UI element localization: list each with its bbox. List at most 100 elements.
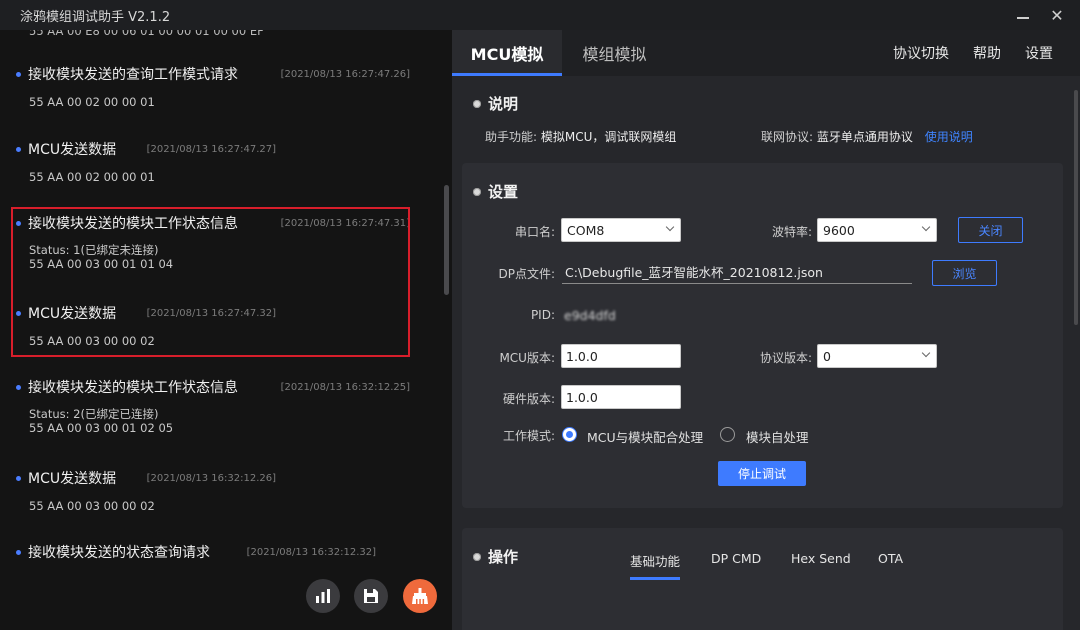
section-title-text: 说明 [488, 95, 519, 113]
log-entry: MCU发送数据 [2021/08/13 16:32:12.26] 55 AA 0… [16, 468, 416, 513]
usage-instructions-link[interactable]: 使用说明 [925, 130, 973, 144]
log-entry-title: 接收模块发送的模块工作状态信息 [28, 380, 238, 396]
log-partial-line: 55 AA 00 E8 00 06 01 00 00 01 00 00 EF [29, 30, 264, 38]
log-entry-title: 接收模块发送的状态查询请求 [28, 545, 210, 561]
baud-rate-value: 9600 [823, 222, 855, 238]
log-entry-time: [2021/08/13 16:27:47.27] [146, 143, 276, 155]
broom-icon [412, 588, 428, 604]
save-log-button[interactable] [354, 579, 388, 613]
work-mode-label: 工作模式: [502, 429, 555, 443]
statistics-button[interactable] [306, 579, 340, 613]
log-entry: MCU发送数据 [2021/08/13 16:27:47.27] 55 AA 0… [16, 139, 416, 184]
op-tab-ota[interactable]: OTA [878, 551, 903, 566]
log-entry-title: 接收模块发送的查询工作模式请求 [28, 67, 238, 83]
bar-chart-icon [316, 589, 330, 603]
section-title-text: 设置 [488, 183, 519, 201]
log-entry-line: 55 AA 00 03 00 00 02 [29, 499, 155, 513]
operations-card [462, 528, 1063, 630]
log-list: 55 AA 00 E8 00 06 01 00 00 01 00 00 EF 接… [0, 30, 440, 630]
log-entry-line: 55 AA 00 02 00 00 01 [29, 170, 155, 184]
function-value: 模拟MCU，调试联网模组 [540, 130, 677, 144]
baud-rate-label: 波特率: [771, 225, 812, 239]
stop-debug-button[interactable]: 停止调试 [718, 461, 806, 486]
protocol-version-label: 协议版本: [759, 351, 812, 365]
close-window-button[interactable]: ✕ [1040, 0, 1074, 30]
section-bullet-icon [473, 99, 481, 108]
save-icon [364, 589, 378, 603]
chevron-down-icon [665, 222, 675, 232]
protocol-version-value: 0 [823, 348, 831, 364]
tab-bar: MCU模拟 模组模拟 协议切换 帮助 设置 [452, 30, 1080, 76]
section-title-text: 操作 [488, 548, 519, 566]
log-entry-time: [2021/08/13 16:32:12.26] [146, 472, 276, 484]
minimize-button[interactable] [1006, 0, 1040, 30]
network-protocol-text: 联网协议: 蓝牙单点通用协议 使用说明 [761, 128, 973, 145]
mode-module-radio[interactable] [720, 427, 735, 442]
window-title: 涂鸦模组调试助手 V2.1.2 [20, 9, 171, 25]
dp-file-path-field[interactable]: C:\Debugfile_蓝牙智能水杯_20210812.json [562, 260, 912, 284]
hardware-version-label: 硬件版本: [502, 392, 555, 406]
active-op-tab-indicator [630, 577, 680, 580]
section-bullet-icon [473, 552, 481, 561]
active-tab-indicator [452, 73, 562, 76]
browse-button[interactable]: 浏览 [932, 260, 997, 286]
bullet-icon [16, 384, 21, 390]
tab-module-simulation[interactable]: 模组模拟 [562, 30, 667, 76]
settings-link[interactable]: 设置 [1025, 30, 1053, 76]
protocol-switch-link[interactable]: 协议切换 [893, 30, 949, 76]
main-panel: MCU模拟 模组模拟 协议切换 帮助 设置 说明 助手功能: 模拟MCU，调试联… [452, 30, 1080, 630]
mcu-version-label: MCU版本: [499, 351, 555, 365]
log-entry-line: Status: 2(已绑定已连接) [29, 407, 159, 421]
section-bullet-icon [473, 187, 481, 196]
settings-card [462, 163, 1063, 508]
close-icon: ✕ [1050, 5, 1064, 25]
dp-file-label: DP点文件: [498, 267, 555, 281]
protocol-label: 联网协议: [761, 130, 814, 144]
log-entry: 接收模块发送的状态查询请求 [2021/08/13 16:32:12.32] [16, 542, 416, 562]
close-port-button[interactable]: 关闭 [958, 217, 1023, 243]
bullet-icon [16, 475, 21, 481]
tab-label: 模组模拟 [582, 45, 647, 64]
settings-section-title: 设置 [473, 181, 518, 202]
log-entry: 接收模块发送的模块工作状态信息 [2021/08/13 16:32:12.25]… [16, 377, 416, 435]
log-entry: 接收模块发送的查询工作模式请求 [2021/08/13 16:27:47.26]… [16, 64, 416, 109]
serial-port-value: COM8 [567, 222, 605, 238]
protocol-value: 蓝牙单点通用协议 [816, 130, 913, 144]
log-panel[interactable]: 55 AA 00 E8 00 06 01 00 00 01 00 00 EF 接… [0, 30, 452, 630]
help-link[interactable]: 帮助 [973, 30, 1001, 76]
log-entry-time: [2021/08/13 16:32:12.32] [246, 546, 376, 558]
serial-port-select[interactable]: COM8 [561, 218, 681, 242]
tab-mcu-simulation[interactable]: MCU模拟 [452, 30, 562, 76]
bullet-icon [16, 71, 21, 77]
log-entry-title: MCU发送数据 [28, 471, 117, 487]
function-label: 助手功能: [485, 130, 538, 144]
op-tab-basic[interactable]: 基础功能 [630, 551, 680, 570]
serial-port-label: 串口名: [514, 225, 555, 239]
log-scrollbar[interactable] [444, 185, 449, 295]
log-entry-line: 55 AA 00 02 00 00 01 [29, 95, 155, 109]
log-entry-time: [2021/08/13 16:27:47.26] [280, 68, 410, 80]
baud-rate-select[interactable]: 9600 [817, 218, 937, 242]
clear-log-button[interactable] [403, 579, 437, 613]
chevron-down-icon [921, 348, 931, 358]
mode-mcu-label[interactable]: MCU与模块配合处理 [587, 427, 703, 446]
op-tab-dp-cmd[interactable]: DP CMD [711, 551, 761, 566]
mode-module-label[interactable]: 模块自处理 [746, 427, 809, 446]
bullet-icon [16, 549, 21, 555]
protocol-version-select[interactable]: 0 [817, 344, 937, 368]
hardware-version-input[interactable]: 1.0.0 [561, 385, 681, 409]
main-scrollbar[interactable] [1074, 90, 1078, 325]
minimize-icon [1017, 17, 1029, 19]
log-entry-title: MCU发送数据 [28, 142, 117, 158]
description-section-title: 说明 [473, 93, 518, 114]
assistant-function-text: 助手功能: 模拟MCU，调试联网模组 [485, 128, 676, 145]
op-tab-hex-send[interactable]: Hex Send [791, 551, 851, 566]
pid-value: e9d4dfd [564, 308, 616, 323]
highlight-frame [11, 207, 410, 357]
pid-label: PID: [530, 308, 555, 322]
tab-label: MCU模拟 [470, 45, 544, 64]
log-entry-time: [2021/08/13 16:32:12.25] [280, 381, 410, 393]
operations-section-title: 操作 [473, 546, 518, 567]
mode-mcu-radio[interactable] [562, 427, 577, 442]
mcu-version-input[interactable]: 1.0.0 [561, 344, 681, 368]
